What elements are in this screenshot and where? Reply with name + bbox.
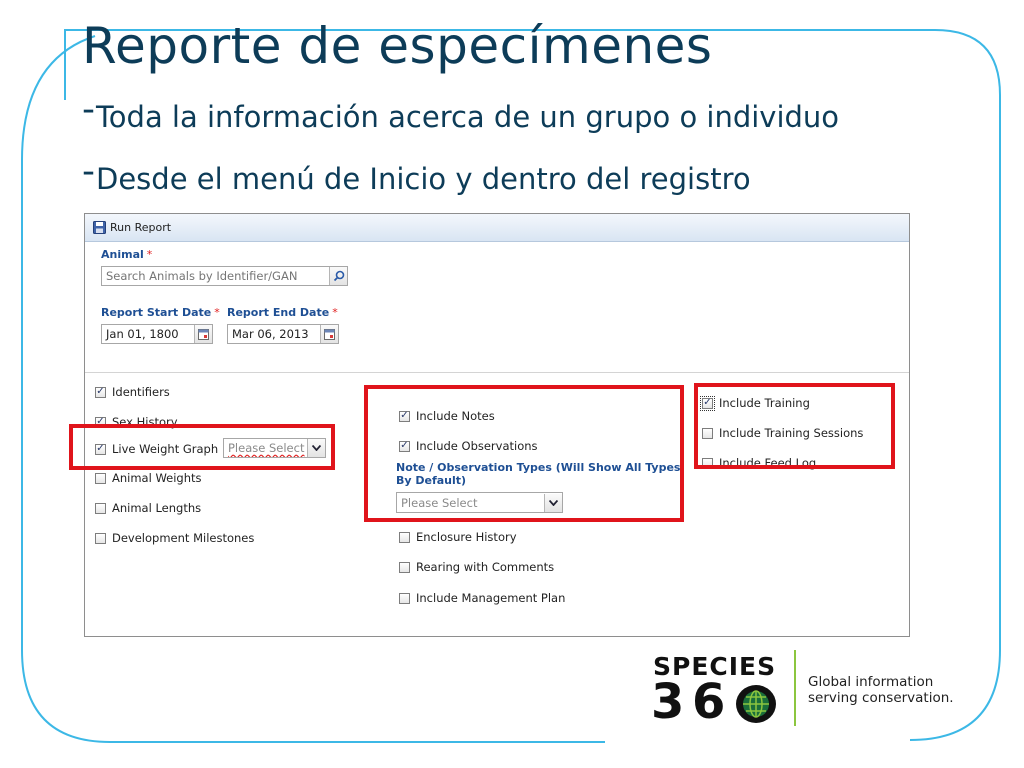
rearing-with-comments-checkbox[interactable]: Rearing with Comments (399, 559, 554, 575)
end-date-field[interactable]: Mar 06, 2013 (227, 324, 339, 344)
checkbox-label: Rearing with Comments (416, 560, 555, 574)
checkbox-label: Animal Weights (112, 471, 202, 485)
highlight-training (694, 383, 895, 469)
bullet-text: Desde el menú de Inicio y dentro del reg… (96, 162, 751, 196)
animal-weights-checkbox[interactable]: Animal Weights (95, 470, 202, 486)
checkbox-box[interactable] (95, 532, 106, 544)
bullet-dash: - (82, 151, 95, 192)
end-date-value[interactable]: Mar 06, 2013 (228, 327, 320, 341)
checkbox-label: Animal Lengths (112, 501, 202, 515)
animal-search-field (101, 266, 348, 286)
logo-number-6: 6 (692, 674, 726, 730)
section-divider (85, 372, 909, 373)
animal-lengths-checkbox[interactable]: Animal Lengths (95, 500, 201, 516)
checkbox-box[interactable] (399, 561, 410, 573)
globe-icon (736, 685, 776, 723)
animal-label-text: Animal (101, 248, 144, 261)
start-date-value[interactable]: Jan 01, 1800 (102, 327, 194, 341)
required-mark: * (146, 248, 153, 261)
development-milestones-checkbox[interactable]: Development Milestones (95, 530, 254, 546)
highlight-live-weight-graph (69, 424, 335, 470)
start-date-label: Report Start Date * (101, 306, 220, 319)
end-date-label: Report End Date * (227, 306, 338, 319)
checkbox-box[interactable] (95, 472, 106, 484)
include-management-plan-checkbox[interactable]: Include Management Plan (399, 590, 565, 606)
checkbox-label: Identifiers (112, 385, 170, 399)
identifiers-checkbox[interactable]: ✓ Identifiers (95, 384, 170, 400)
end-date-label-text: Report End Date (227, 306, 330, 319)
animal-search-input[interactable] (102, 268, 329, 284)
bullet-2: -Desde el menú de Inicio y dentro del re… (82, 152, 751, 199)
panel-header: Run Report (85, 214, 909, 242)
bullet-text: Toda la información acerca de un grupo o… (96, 100, 840, 134)
start-date-label-text: Report Start Date (101, 306, 212, 319)
search-icon[interactable] (329, 267, 347, 285)
checkbox-label: Include Management Plan (416, 591, 566, 605)
required-mark: * (214, 306, 220, 319)
logo-separator (794, 650, 796, 726)
calendar-icon[interactable] (320, 325, 338, 343)
checkbox-box[interactable]: ✓ (95, 386, 106, 398)
logo-tagline-line1: Global information (808, 674, 934, 690)
logo-tagline-line2: serving conservation. (808, 690, 954, 706)
enclosure-history-checkbox[interactable]: Enclosure History (399, 529, 517, 545)
run-report-button[interactable]: Run Report (110, 221, 171, 234)
checkbox-box[interactable] (399, 531, 410, 543)
checkbox-label: Development Milestones (112, 531, 255, 545)
bullet-1: -Toda la información acerca de un grupo … (82, 90, 840, 137)
save-disk-icon[interactable] (93, 221, 106, 234)
slide-title: Reporte de especímenes (82, 17, 713, 75)
checkbox-box[interactable] (95, 502, 106, 514)
animal-label: Animal * (101, 248, 152, 261)
start-date-field[interactable]: Jan 01, 1800 (101, 324, 213, 344)
logo-number-3: 3 (651, 674, 685, 730)
calendar-icon[interactable] (194, 325, 212, 343)
required-mark: * (332, 306, 338, 319)
checkbox-label: Enclosure History (416, 530, 517, 544)
highlight-notes-observations (364, 385, 684, 522)
checkbox-box[interactable] (399, 592, 410, 604)
bullet-dash: - (82, 89, 95, 130)
